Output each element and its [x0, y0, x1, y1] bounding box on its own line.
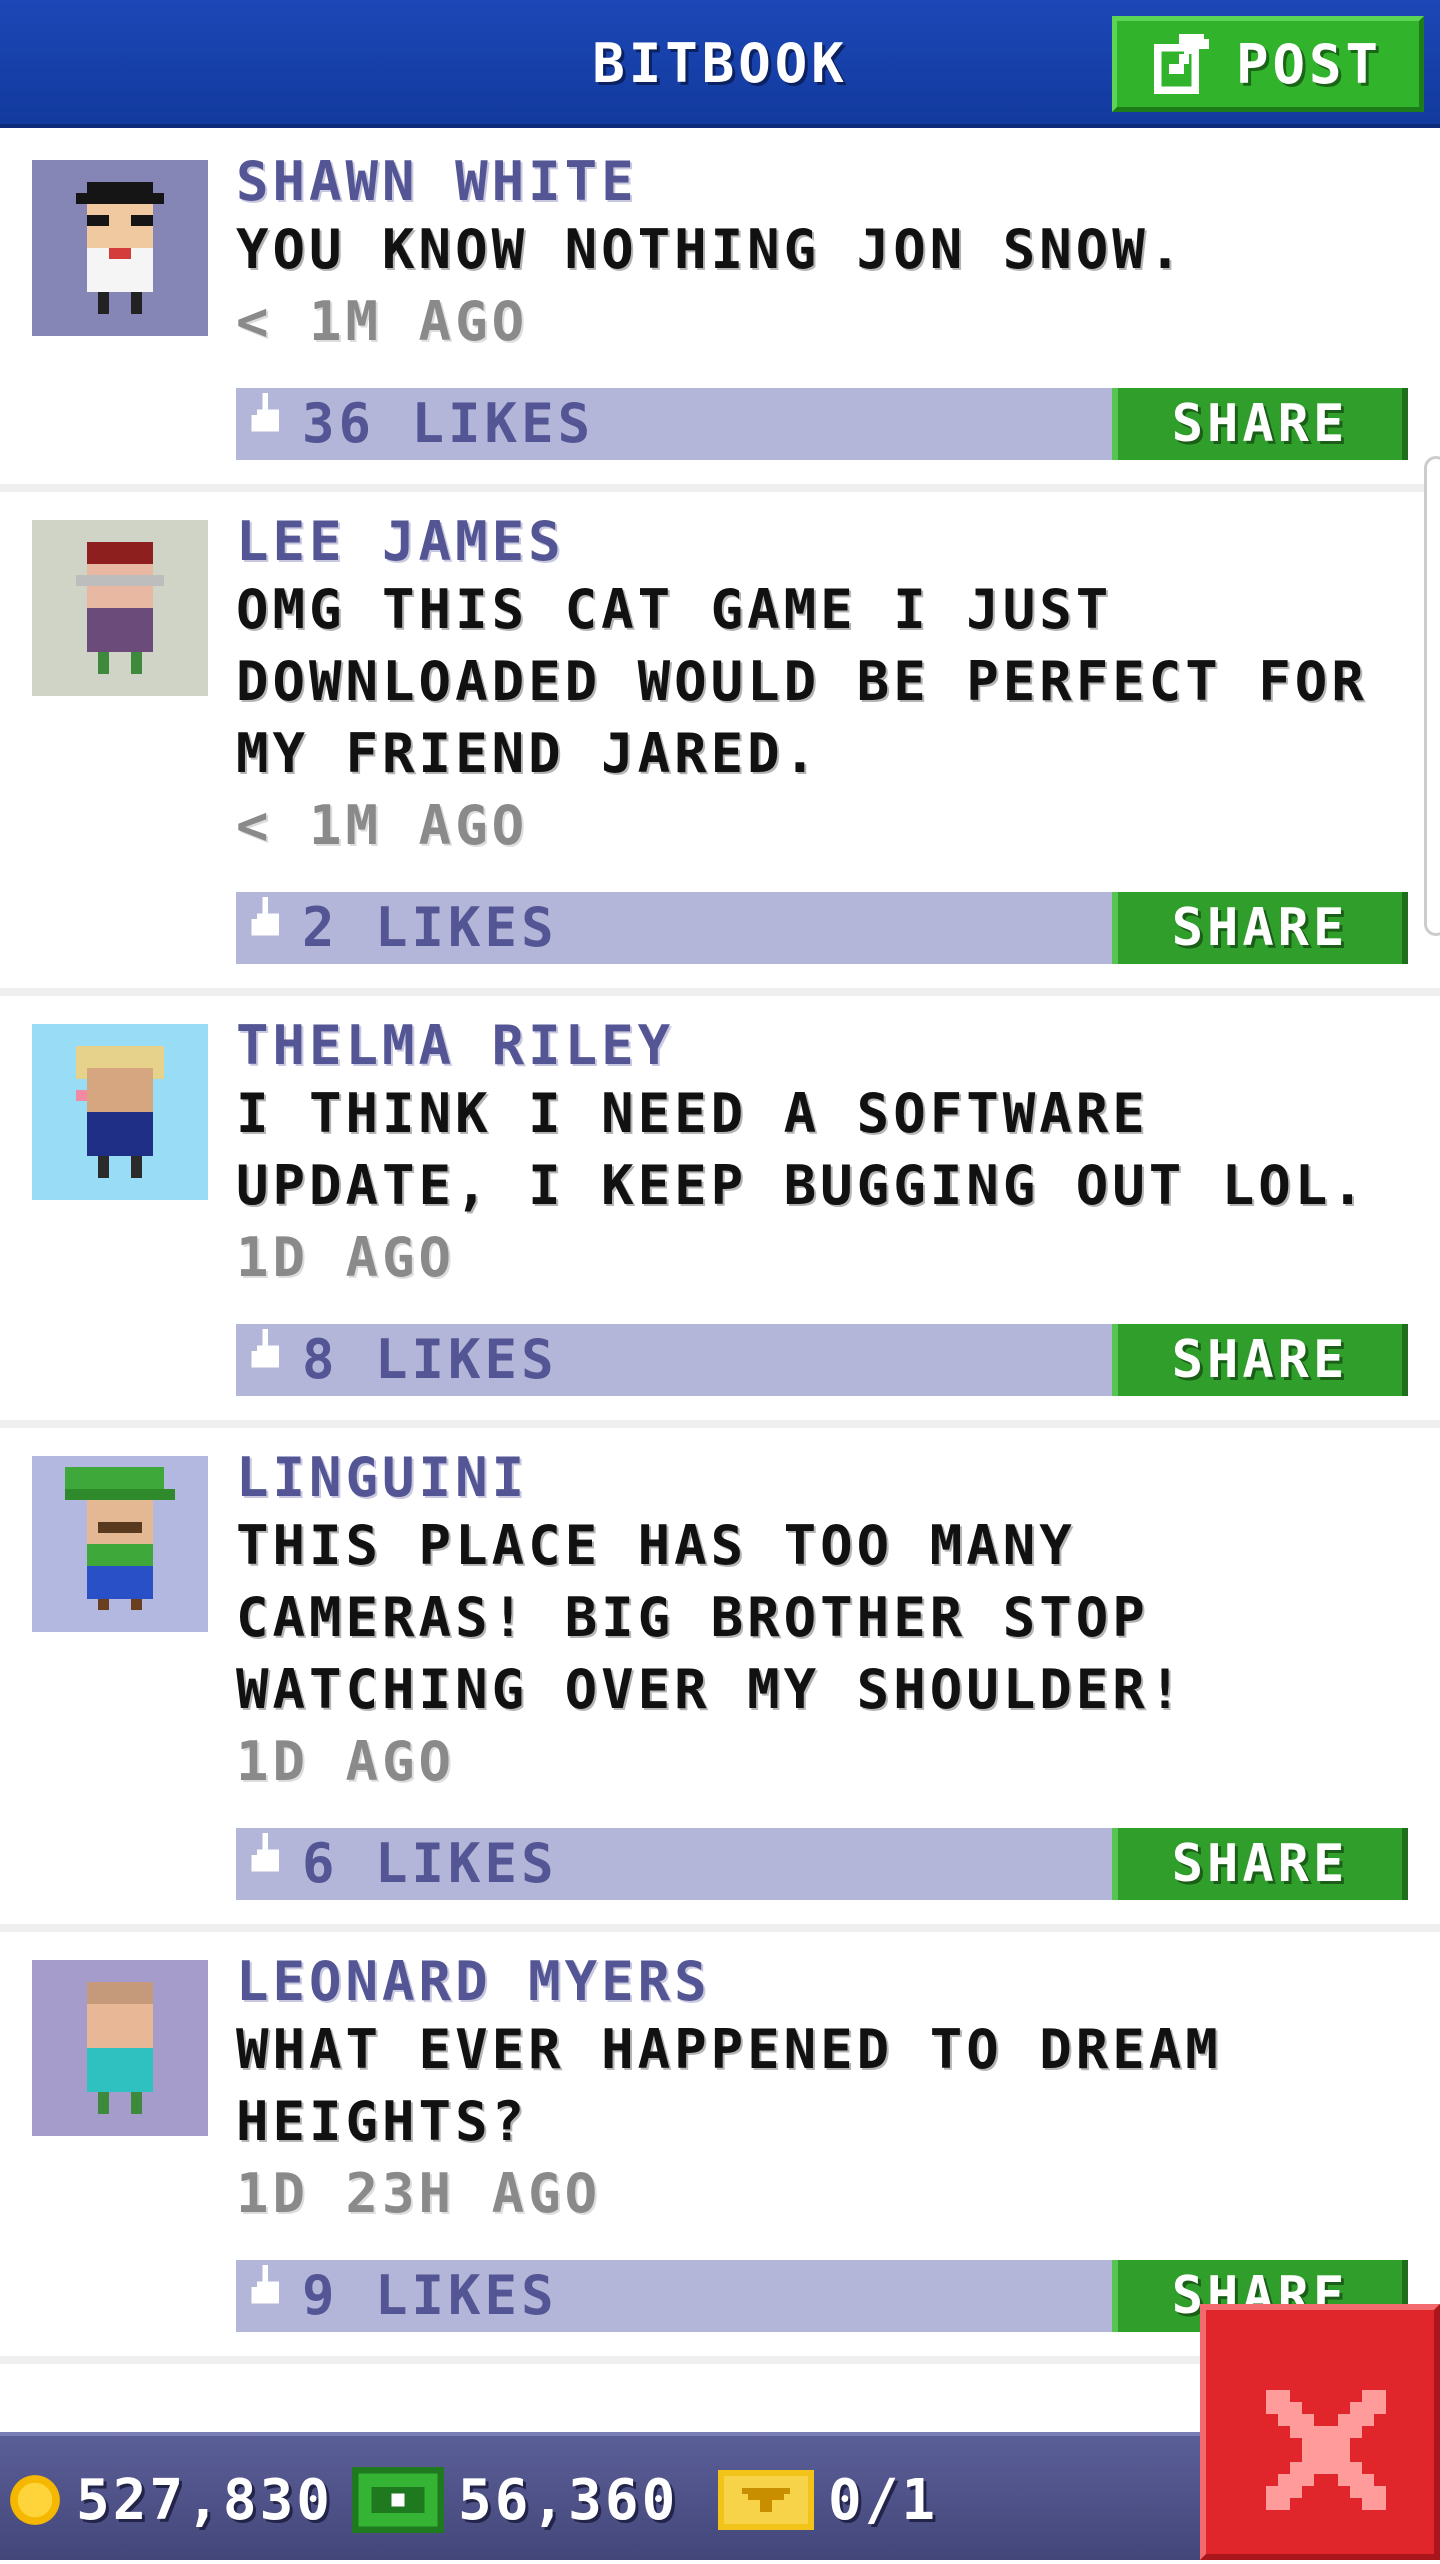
post-message: THIS PLACE HAS TOO MANY CAMERAS! BIG BRO…	[236, 1514, 1186, 1721]
thumbs-up-icon	[251, 1833, 279, 1872]
post-message: YOU KNOW NOTHING JON SNOW.	[236, 218, 1186, 281]
coin-icon	[10, 2475, 60, 2525]
likes-count: 8 LIKES	[302, 1328, 558, 1391]
likes-bar: 6 LIKES SHARE	[236, 1828, 1408, 1900]
app-header: BITBOOK POST	[0, 0, 1440, 128]
vip-balance: 0/1	[718, 2436, 938, 2564]
like-button[interactable]: 2 LIKES	[250, 892, 558, 964]
post-author[interactable]: LINGUINI	[236, 1446, 1400, 1510]
vip-ticket-icon	[718, 2470, 814, 2530]
post-timestamp: 1D AGO	[236, 1730, 456, 1793]
post-author[interactable]: LEE JAMES	[236, 510, 1400, 574]
likes-count: 36 LIKES	[302, 392, 595, 455]
coin-balance: 527,830	[8, 2436, 333, 2564]
feed-post: THELMA RILEY I THINK I NEED A SOFTWARE U…	[0, 996, 1440, 1428]
post-timestamp: 1D AGO	[236, 1226, 456, 1289]
cash-icon	[352, 2467, 444, 2533]
post-timestamp: < 1M AGO	[236, 794, 529, 857]
likes-bar: 36 LIKES SHARE	[236, 388, 1408, 460]
likes-count: 2 LIKES	[302, 896, 558, 959]
like-button[interactable]: 8 LIKES	[250, 1324, 558, 1396]
thumbs-up-icon	[251, 2265, 279, 2304]
avatar[interactable]	[32, 160, 208, 336]
vip-count: 0/1	[828, 2467, 939, 2533]
post-message: I THINK I NEED A SOFTWARE UPDATE, I KEEP…	[236, 1082, 1368, 1217]
like-button[interactable]: 6 LIKES	[250, 1828, 558, 1900]
avatar[interactable]	[32, 1024, 208, 1200]
post-author[interactable]: SHAWN WHITE	[236, 150, 1400, 214]
post-author[interactable]: LEONARD MYERS	[236, 1950, 1400, 2014]
feed-list: SHAWN WHITE YOU KNOW NOTHING JON SNOW. <…	[0, 132, 1440, 2364]
edit-icon	[1153, 34, 1209, 94]
likes-bar: 2 LIKES SHARE	[236, 892, 1408, 964]
share-button[interactable]: SHARE	[1112, 1324, 1408, 1396]
post-message: OMG THIS CAT GAME I JUST DOWNLOADED WOUL…	[236, 578, 1368, 785]
feed-post: SHAWN WHITE YOU KNOW NOTHING JON SNOW. <…	[0, 132, 1440, 492]
close-icon	[1266, 2390, 1386, 2510]
post-button[interactable]: POST	[1112, 16, 1424, 112]
share-button[interactable]: SHARE	[1112, 892, 1408, 964]
coin-amount: 527,830	[76, 2467, 334, 2533]
scroll-handle[interactable]	[1424, 456, 1440, 936]
close-button[interactable]	[1200, 2304, 1440, 2560]
avatar[interactable]	[32, 1456, 208, 1632]
like-button[interactable]: 9 LIKES	[250, 2260, 558, 2332]
thumbs-up-icon	[251, 393, 279, 432]
thumbs-up-icon	[251, 897, 279, 936]
feed-post: LEE JAMES OMG THIS CAT GAME I JUST DOWNL…	[0, 492, 1440, 996]
likes-count: 9 LIKES	[302, 2264, 558, 2327]
post-timestamp: 1D 23H AGO	[236, 2162, 602, 2225]
bux-balance: 56,360	[352, 2436, 678, 2564]
avatar[interactable]	[32, 1960, 208, 2136]
likes-bar: 8 LIKES SHARE	[236, 1324, 1408, 1396]
bux-amount: 56,360	[458, 2467, 679, 2533]
post-timestamp: < 1M AGO	[236, 290, 529, 353]
post-message: WHAT EVER HAPPENED TO DREAM HEIGHTS?	[236, 2018, 1222, 2153]
thumbs-up-icon	[251, 1329, 279, 1368]
post-button-label: POST	[1235, 32, 1383, 96]
feed-post: LEONARD MYERS WHAT EVER HAPPENED TO DREA…	[0, 1932, 1440, 2364]
avatar[interactable]	[32, 520, 208, 696]
feed-post: LINGUINI THIS PLACE HAS TOO MANY CAMERAS…	[0, 1428, 1440, 1932]
share-button[interactable]: SHARE	[1112, 1828, 1408, 1900]
post-author[interactable]: THELMA RILEY	[236, 1014, 1400, 1078]
share-button[interactable]: SHARE	[1112, 388, 1408, 460]
like-button[interactable]: 36 LIKES	[250, 388, 594, 460]
likes-count: 6 LIKES	[302, 1832, 558, 1895]
